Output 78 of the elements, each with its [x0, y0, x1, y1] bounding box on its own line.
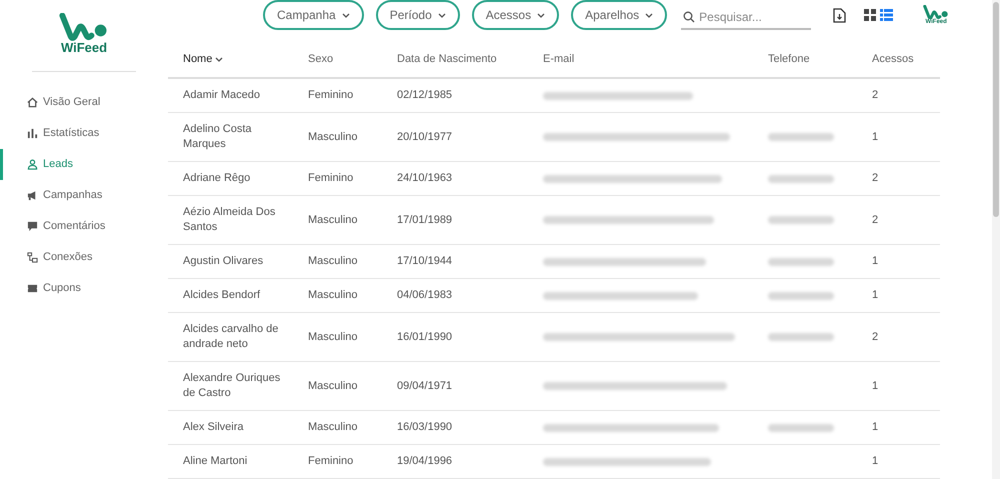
- table-cell: 1: [872, 289, 878, 302]
- column-header[interactable]: Data de Nascimento: [397, 51, 497, 68]
- table-cell: 2: [872, 330, 878, 343]
- search-icon: [683, 10, 696, 22]
- column-header[interactable]: Telefone: [768, 51, 810, 68]
- sidebar-item[interactable]: Cupons: [27, 273, 81, 304]
- table-cell: Aline Martoni: [183, 455, 248, 467]
- table-cell: 24/10/1963: [397, 172, 452, 184]
- table-cell: Alcides Bendorf: [183, 289, 260, 301]
- filter-dropdown[interactable]: Período: [376, 0, 460, 30]
- chevron-down-icon: [215, 57, 224, 62]
- table-cell: 2: [872, 89, 878, 102]
- table-cell: 19/04/1996: [397, 455, 452, 468]
- table-cell: Masculino: [308, 380, 358, 392]
- sidebar-item[interactable]: Campanhas: [27, 180, 102, 211]
- table-cell: 16/01/1990: [397, 330, 452, 343]
- user-icon: [27, 159, 38, 170]
- table-cell: 2: [872, 214, 878, 226]
- ticket-icon: [27, 283, 38, 294]
- table-cell: Masculino: [308, 130, 358, 143]
- table-cell: 2: [872, 172, 878, 184]
- filter-dropdown[interactable]: Aparelhos: [571, 0, 668, 30]
- table-cell: 1: [872, 130, 878, 143]
- sidebar-item[interactable]: Leads: [27, 149, 73, 180]
- table-cell: 1: [872, 455, 878, 468]
- scrollbar[interactable]: [992, 0, 1000, 479]
- table-cell: Alcides carvalho de andrade neto: [183, 323, 278, 350]
- table-cell: Adelino Costa Marques: [183, 123, 252, 150]
- small-logo-icon: [923, 4, 950, 20]
- table-cell: Masculino: [308, 289, 358, 302]
- table-cell: 17/01/1989: [397, 214, 452, 226]
- filter-dropdown[interactable]: Campanha: [263, 0, 364, 30]
- table-cell: Adamir Macedo: [183, 89, 260, 101]
- column-header[interactable]: Sexo: [308, 51, 334, 68]
- table-cell: Adriane Rêgo: [183, 172, 250, 184]
- table-cell: 20/10/1977: [397, 130, 452, 143]
- logo-text: WiFeed: [60, 40, 108, 54]
- table-cell: 1: [872, 255, 878, 268]
- table-cell: 04/06/1983: [397, 289, 452, 302]
- table-cell: Aézio Almeida Dos Santos: [183, 206, 276, 233]
- chevron-down-icon: [342, 12, 350, 18]
- table-cell: 1: [872, 421, 878, 434]
- comment-icon: [27, 221, 38, 232]
- sidebar-item[interactable]: Visão Geral: [27, 87, 100, 118]
- table-cell: Feminino: [308, 172, 354, 184]
- table-cell: Masculino: [308, 421, 358, 434]
- column-header[interactable]: Nome: [183, 51, 224, 68]
- bar-chart-icon: [27, 128, 38, 139]
- sidebar-item[interactable]: Conexões: [27, 242, 93, 273]
- house-icon: [27, 97, 38, 108]
- search-field[interactable]: Pesquisar...: [681, 6, 812, 30]
- table-cell: Masculino: [308, 214, 358, 226]
- table-cell: 17/10/1944: [397, 255, 452, 268]
- table-cell: 1: [872, 380, 878, 392]
- table-cell: 09/04/1971: [397, 380, 452, 392]
- grid-view-icon[interactable]: [864, 9, 876, 21]
- logo-icon: [59, 13, 109, 41]
- sidebar-item[interactable]: Estatísticas: [27, 118, 100, 149]
- connections-icon: [27, 252, 38, 263]
- table-cell: Agustin Olivares: [183, 255, 264, 267]
- chevron-down-icon: [645, 12, 654, 18]
- sidebar-item[interactable]: Comentários: [27, 211, 106, 242]
- table-cell: Masculino: [308, 255, 358, 268]
- chevron-down-icon: [438, 12, 446, 18]
- table-cell: Alex Silveira: [183, 421, 244, 433]
- filter-dropdown[interactable]: Acessos: [472, 0, 560, 30]
- column-header[interactable]: Acessos: [872, 51, 914, 68]
- column-header[interactable]: E-mail: [543, 51, 574, 68]
- table-cell: Alexandre Ouriques de Castro: [183, 372, 280, 399]
- table-cell: 02/12/1985: [397, 89, 452, 102]
- table-cell: Masculino: [308, 330, 358, 343]
- table-cell: Feminino: [308, 455, 354, 468]
- chevron-down-icon: [537, 12, 546, 18]
- megaphone-icon: [27, 190, 38, 201]
- table-cell: 16/03/1990: [397, 421, 452, 434]
- table-cell: Feminino: [308, 89, 354, 102]
- file-download-icon[interactable]: [833, 8, 846, 22]
- list-view-icon[interactable]: [880, 9, 894, 21]
